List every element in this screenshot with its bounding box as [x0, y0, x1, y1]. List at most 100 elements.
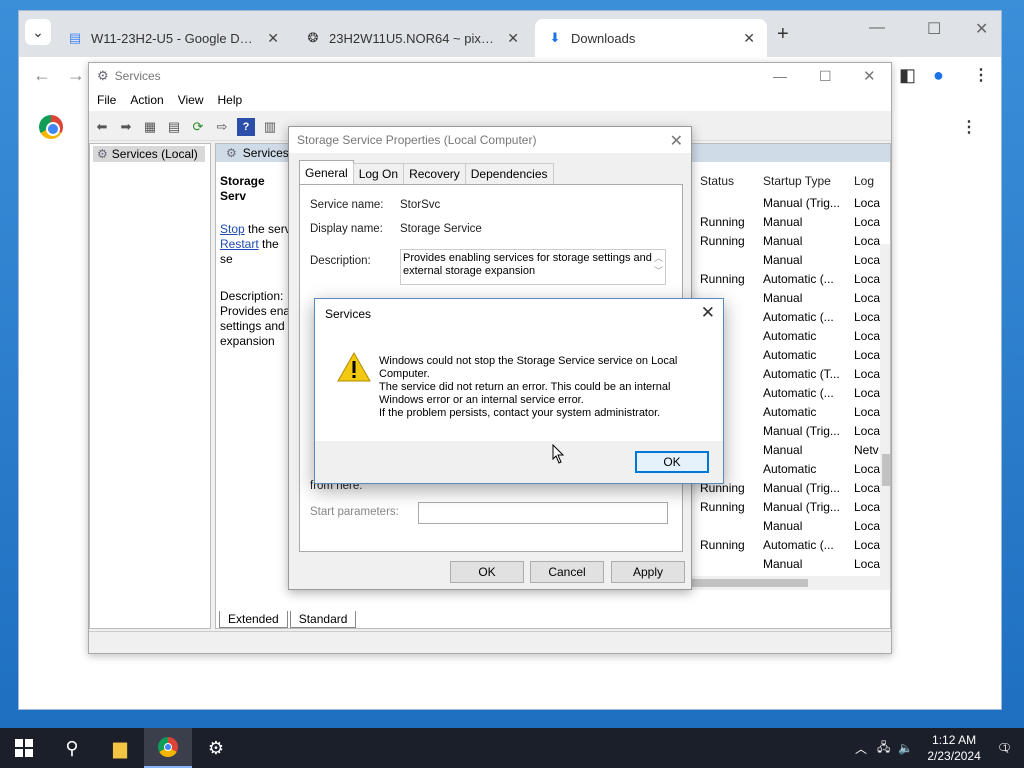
table-cell-startup[interactable]: Automatic (...	[763, 386, 834, 400]
network-icon[interactable]: 🖧	[877, 738, 890, 759]
table-cell-logon[interactable]: Loca	[854, 196, 880, 210]
table-cell-logon[interactable]: Loca	[854, 272, 880, 286]
table-cell-startup[interactable]: Manual (Trig...	[763, 481, 840, 495]
close-icon[interactable]: ✕	[507, 30, 519, 47]
menu-help[interactable]: Help	[218, 93, 243, 107]
refresh-icon[interactable]: ⟳	[189, 118, 207, 136]
table-cell-startup[interactable]: Manual (Trig...	[763, 500, 840, 514]
export-icon[interactable]: ⇨	[213, 118, 231, 136]
file-explorer-button[interactable]: ▆	[96, 728, 144, 768]
cancel-button[interactable]: Cancel	[530, 561, 604, 583]
side-panel-icon[interactable]: ◧	[899, 65, 916, 86]
new-tab-button[interactable]: +	[777, 23, 789, 46]
menu-view[interactable]: View	[178, 93, 204, 107]
table-cell-logon[interactable]: Loca	[854, 367, 880, 381]
close-icon[interactable]: ✕	[670, 131, 683, 151]
table-cell-startup[interactable]: Manual	[763, 253, 802, 267]
chrome-taskbar-button[interactable]	[144, 728, 192, 768]
table-cell-logon[interactable]: Loca	[854, 405, 880, 419]
table-cell-status[interactable]: Running	[700, 538, 745, 552]
table-cell-startup[interactable]: Manual	[763, 443, 802, 457]
table-cell-startup[interactable]: Automatic (...	[763, 272, 834, 286]
table-cell-startup[interactable]: Automatic	[763, 348, 816, 362]
ok-button[interactable]: OK	[450, 561, 524, 583]
table-cell-logon[interactable]: Loca	[854, 329, 880, 343]
minimize-button[interactable]: —	[869, 19, 885, 37]
tab-dependencies[interactable]: Dependencies	[464, 163, 554, 184]
table-cell-startup[interactable]: Manual	[763, 234, 802, 248]
column-status[interactable]: Status	[700, 174, 734, 188]
table-cell-startup[interactable]: Automatic (T...	[763, 367, 840, 381]
start-params-input[interactable]	[418, 502, 668, 524]
console-tree-icon[interactable]: ▦	[141, 118, 159, 136]
table-cell-status[interactable]: Running	[700, 234, 745, 248]
volume-icon[interactable]: 🔈	[898, 741, 913, 755]
column-log-on-as[interactable]: Log	[854, 174, 874, 188]
table-cell-logon[interactable]: Loca	[854, 538, 880, 552]
tree-item-services-local[interactable]: ⚙ Services (Local)	[93, 146, 205, 162]
notification-button[interactable]: 🗨 1	[997, 741, 1012, 755]
table-cell-logon[interactable]: Loca	[854, 348, 880, 362]
tab-general[interactable]: General	[299, 160, 354, 184]
table-cell-startup[interactable]: Automatic (...	[763, 310, 834, 324]
table-cell-logon[interactable]: Loca	[854, 253, 880, 267]
start-button[interactable]	[0, 728, 48, 768]
table-cell-startup[interactable]: Manual (Trig...	[763, 196, 840, 210]
stop-link[interactable]: Stop	[220, 222, 245, 236]
clock[interactable]: 1:12 AM 2/23/2024	[927, 732, 980, 764]
apply-button[interactable]: Apply	[611, 561, 685, 583]
table-cell-status[interactable]: Running	[700, 500, 745, 514]
menu-icon[interactable]: ⋮	[973, 65, 989, 85]
profile-icon[interactable]: ●	[933, 65, 944, 86]
tab-search-button[interactable]: ⌄	[25, 19, 51, 45]
close-window-button[interactable]: ✕	[863, 67, 876, 85]
table-cell-status[interactable]: Running	[700, 272, 745, 286]
search-button[interactable]: ⚲	[48, 728, 96, 768]
table-cell-status[interactable]: Running	[700, 215, 745, 229]
table-cell-logon[interactable]: Loca	[854, 386, 880, 400]
close-window-button[interactable]: ✕	[975, 19, 988, 39]
table-cell-logon[interactable]: Loca	[854, 291, 880, 305]
tab-extended[interactable]: Extended	[219, 611, 288, 628]
menu-file[interactable]: File	[97, 93, 116, 107]
table-cell-logon[interactable]: Loca	[854, 500, 880, 514]
table-cell-logon[interactable]: Loca	[854, 215, 880, 229]
tab-pixeldrain[interactable]: ❂ 23H2W11U5.NOR64 ~ pixeldra ✕	[293, 19, 531, 57]
table-cell-logon[interactable]: Loca	[854, 462, 880, 476]
menu-action[interactable]: Action	[130, 93, 163, 107]
table-cell-logon[interactable]: Loca	[854, 557, 880, 571]
ok-button[interactable]: OK	[635, 451, 709, 473]
table-cell-logon[interactable]: Loca	[854, 424, 880, 438]
table-cell-startup[interactable]: Automatic	[763, 329, 816, 343]
column-startup-type[interactable]: Startup Type	[763, 174, 831, 188]
tab-log-on[interactable]: Log On	[352, 163, 405, 184]
scroll-arrows-icon[interactable]: ︿ ﹀	[654, 252, 663, 278]
tab-recovery[interactable]: Recovery	[403, 163, 466, 184]
show-hide-icon[interactable]: ▥	[261, 118, 279, 136]
table-cell-logon[interactable]: Netv	[854, 443, 879, 457]
table-cell-startup[interactable]: Manual	[763, 215, 802, 229]
back-button[interactable]: ←	[33, 65, 51, 86]
close-icon[interactable]: ✕	[701, 303, 715, 323]
services-taskbar-button[interactable]: ⚙	[192, 728, 240, 768]
table-cell-logon[interactable]: Loca	[854, 234, 880, 248]
forward-arrow-icon[interactable]: ➡	[117, 118, 135, 136]
table-cell-logon[interactable]: Loca	[854, 310, 880, 324]
table-cell-startup[interactable]: Automatic	[763, 462, 816, 476]
help-icon[interactable]: ?	[237, 117, 255, 136]
tab-downloads[interactable]: ⬇ Downloads ✕	[535, 19, 767, 57]
restart-link[interactable]: Restart	[220, 237, 259, 251]
table-cell-startup[interactable]: Automatic (...	[763, 538, 834, 552]
close-icon[interactable]: ✕	[743, 30, 755, 47]
tab-google-docs[interactable]: ▤ W11-23H2-U5 - Google Docs ✕	[55, 19, 291, 57]
properties-icon[interactable]: ▤	[165, 118, 183, 136]
table-cell-startup[interactable]: Manual	[763, 519, 802, 533]
chevron-up-icon[interactable]: ︿	[855, 740, 867, 757]
minimize-button[interactable]: —	[773, 68, 787, 84]
vertical-scrollbar[interactable]	[880, 244, 890, 584]
table-cell-startup[interactable]: Automatic	[763, 405, 816, 419]
table-cell-startup[interactable]: Manual	[763, 291, 802, 305]
tab-standard[interactable]: Standard	[289, 611, 357, 628]
table-cell-logon[interactable]: Loca	[854, 519, 880, 533]
back-arrow-icon[interactable]: ⬅	[93, 118, 111, 136]
